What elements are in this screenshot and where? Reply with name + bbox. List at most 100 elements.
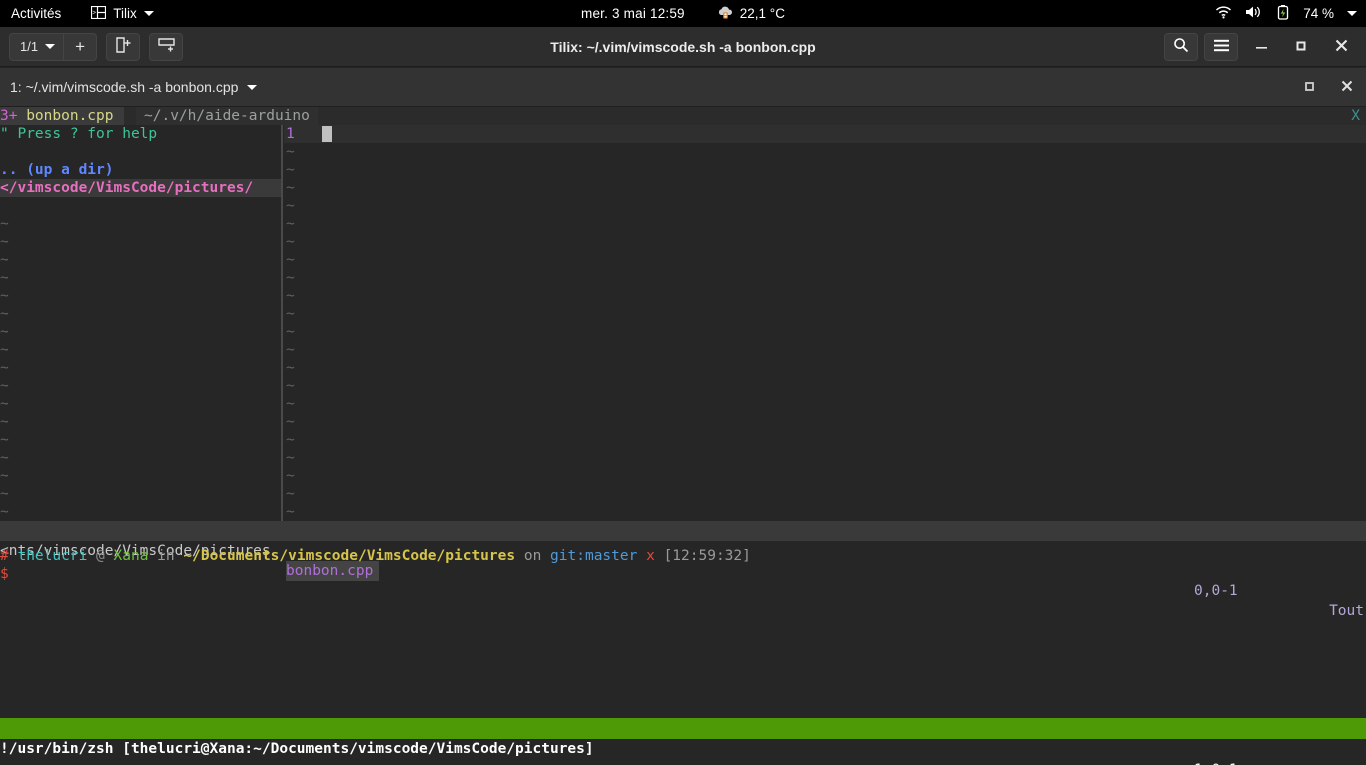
wifi-icon	[1215, 6, 1232, 22]
clock[interactable]: mer. 3 mai 12:59	[581, 6, 685, 21]
editor-empty-line: ~	[286, 431, 295, 449]
editor-empty-line: ~	[286, 287, 295, 305]
gnome-top-bar-center: mer. 3 mai 12:59 22,1 °C	[0, 0, 1366, 27]
chevron-down-icon	[1347, 11, 1357, 16]
nerdtree-pane[interactable]: " Press ? for help .. (up a dir) </vimsc…	[0, 125, 281, 251]
shell-prompt-line: # thelucri @ Xana in ~/Documents/vimscod…	[0, 547, 751, 565]
editor-empty-line: ~	[286, 269, 295, 287]
prompt-in: in	[157, 548, 174, 564]
window-title: Tilix: ~/.vim/vimscode.sh -a bonbon.cpp	[0, 39, 1366, 55]
prompt-git-branch: git:master	[550, 548, 637, 564]
session-selector-button[interactable]: 1/1	[9, 33, 63, 61]
close-icon	[1341, 80, 1353, 95]
app-menu-tilix[interactable]: > Tilix	[91, 6, 154, 22]
prompt-at: @	[96, 548, 105, 564]
temperature-label: 22,1 °C	[740, 6, 785, 21]
app-menu-label: Tilix	[113, 6, 137, 21]
new-session-button[interactable]: +	[63, 33, 97, 61]
split-vertical-button[interactable]	[149, 33, 183, 61]
gnome-top-bar: Activités > Tilix mer. 3 mai 12:59	[0, 0, 1366, 27]
activities-button[interactable]: Activités	[11, 6, 61, 21]
session-selector-label: 1/1	[20, 39, 38, 54]
nerdtree-empty-line: ~	[0, 251, 9, 269]
new-session-label: +	[75, 37, 85, 57]
prompt-path: ~/Documents/vimscode/VimsCode/pictures	[183, 548, 515, 564]
cloud-icon	[717, 6, 734, 22]
nerdtree-empty-line: ~	[0, 413, 9, 431]
chevron-down-icon	[247, 85, 257, 90]
maximize-button[interactable]	[1284, 32, 1318, 62]
nerdtree-empty-line: ~	[0, 359, 9, 377]
editor-cursorline	[284, 125, 1366, 143]
session-controls: 1/1 +	[9, 33, 97, 61]
nerdtree-empty-line: ~	[0, 467, 9, 485]
nerdtree-empty-line: ~	[0, 305, 9, 323]
weather-indicator[interactable]: 22,1 °C	[717, 6, 785, 22]
nerdtree-empty-line: ~	[0, 377, 9, 395]
vim-tabline-close[interactable]: X	[1351, 107, 1360, 125]
terminal-maximize-button[interactable]	[1296, 74, 1322, 100]
terminal-content[interactable]: 3+ bonbon.cpp ~/.v/h/aide-arduino X " Pr…	[0, 107, 1366, 765]
editor-line-number: 1	[286, 125, 295, 143]
terminal-title-button[interactable]: 1: ~/.vim/vimscode.sh -a bonbon.cpp	[0, 79, 257, 95]
desktop-screen: Activités > Tilix mer. 3 mai 12:59	[0, 0, 1366, 765]
close-button[interactable]	[1324, 32, 1358, 62]
vim-tab-number: 3+	[0, 108, 17, 124]
editor-empty-line: ~	[286, 251, 295, 269]
nerdtree-empty-line: ~	[0, 269, 9, 287]
prompt-timestamp: [12:59:32]	[664, 548, 751, 564]
split-horizontal-button[interactable]	[106, 33, 140, 61]
prompt-host: Xana	[114, 548, 149, 564]
vim-tab-other[interactable]: ~/.v/h/aide-arduino	[136, 107, 318, 125]
terminal-title-label: 1: ~/.vim/vimscode.sh -a bonbon.cpp	[10, 79, 238, 95]
editor-empty-line: ~	[286, 215, 295, 233]
shell-statusline-position: 1,0-1	[1194, 760, 1238, 765]
svg-text:>: >	[93, 9, 97, 16]
split-horizontal-icon	[116, 37, 131, 56]
editor-empty-line: ~	[286, 359, 295, 377]
editor-empty-line: ~	[286, 503, 295, 521]
terminal-close-button[interactable]	[1334, 74, 1360, 100]
editor-empty-line: ~	[286, 233, 295, 251]
editor-empty-line: ~	[286, 341, 295, 359]
nerdtree-empty-line: ~	[0, 341, 9, 359]
text-cursor	[322, 126, 332, 142]
maximize-icon	[1304, 80, 1315, 95]
shell-statusline-info: !/usr/bin/zsh [thelucri@Xana:~/Documents…	[0, 739, 594, 760]
close-icon	[1335, 39, 1348, 55]
shell-input-line[interactable]: $	[0, 565, 9, 583]
nerdtree-up-a-dir[interactable]: .. (up a dir)	[0, 161, 114, 179]
nerdtree-empty-line: ~	[0, 449, 9, 467]
editor-empty-line: ~	[286, 143, 295, 161]
maximize-icon	[1295, 39, 1307, 55]
prompt-on: on	[524, 548, 541, 564]
vim-tab-active[interactable]: 3+ bonbon.cpp	[0, 107, 124, 125]
vim-tabline: 3+ bonbon.cpp ~/.v/h/aide-arduino X	[0, 107, 1366, 125]
nerdtree-cwd[interactable]: </vimscode/VimsCode/pictures/	[0, 179, 281, 197]
search-icon	[1173, 37, 1189, 56]
minimize-button[interactable]	[1244, 32, 1278, 62]
vim-statusline: <nts/vimscode/VimsCode/pictures bonbon.c…	[0, 521, 1366, 541]
gnome-system-menu[interactable]: 74 %	[1215, 0, 1357, 27]
editor-empty-line: ~	[286, 485, 295, 503]
shell-output[interactable]: # thelucri @ Xana in ~/Documents/vimscod…	[0, 547, 1366, 619]
chevron-down-icon	[144, 11, 154, 16]
nerdtree-empty-line: ~	[0, 503, 9, 521]
volume-icon	[1245, 5, 1263, 22]
nerdtree-empty-line: ~	[0, 431, 9, 449]
prompt-git-dirty: x	[646, 548, 655, 564]
search-button[interactable]	[1164, 33, 1198, 61]
nerdtree-empty-line: ~	[0, 485, 9, 503]
app-menu-button[interactable]	[1204, 33, 1238, 61]
editor-empty-line: ~	[286, 197, 295, 215]
prompt-hash: #	[0, 548, 9, 564]
nerdtree-help-hint: " Press ? for help	[0, 125, 157, 143]
battery-percent-label: 74 %	[1303, 6, 1334, 21]
minimize-icon	[1255, 39, 1268, 55]
editor-empty-line: ~	[286, 161, 295, 179]
nerdtree-empty-line: ~	[0, 233, 9, 251]
nerdtree-empty-line: ~	[0, 323, 9, 341]
prompt-user: thelucri	[17, 548, 87, 564]
editor-empty-line: ~	[286, 413, 295, 431]
nerdtree-empty-line: ~	[0, 215, 9, 233]
